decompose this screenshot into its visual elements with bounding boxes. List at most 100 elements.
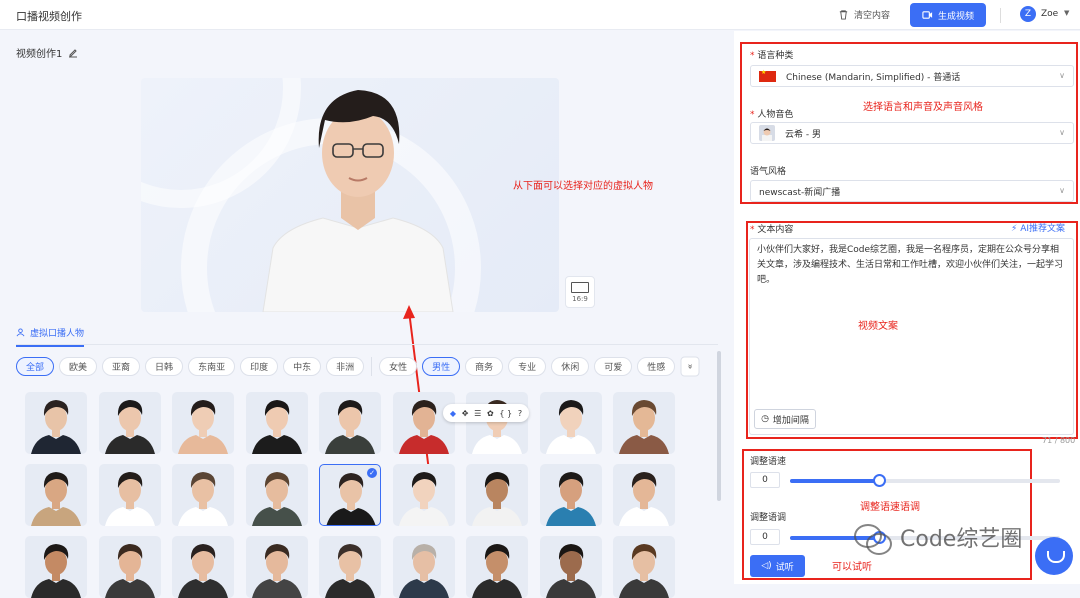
avatar-thumbnail[interactable] <box>392 536 455 598</box>
ai-recommend-button[interactable]: ⚡ AI推荐文案 <box>1011 221 1065 234</box>
chat-support-button[interactable] <box>1035 537 1073 575</box>
language-value: Chinese (Mandarin, Simplified) - 普通话 <box>786 72 961 83</box>
page-title: 口播视频创作 <box>16 10 82 23</box>
speed-input[interactable]: 0 <box>750 472 780 488</box>
language-select[interactable]: Chinese (Mandarin, Simplified) - 普通话 ∨ <box>750 65 1074 87</box>
avatar-thumbnail[interactable] <box>392 392 455 454</box>
avatar-portrait <box>545 544 596 598</box>
avatar-thumbnail[interactable] <box>539 536 602 598</box>
scrollbar[interactable] <box>717 351 721 501</box>
user-name[interactable]: Zoe <box>1041 9 1058 19</box>
avatar-thumbnail[interactable] <box>25 536 87 598</box>
tab-underline <box>16 344 718 345</box>
chevron-down-icon: ∨ <box>1059 186 1065 195</box>
pitch-input[interactable]: 0 <box>750 529 780 545</box>
avatar-thumbnail[interactable] <box>613 536 675 598</box>
watermark: Code综艺圈 <box>850 521 1022 555</box>
filter-chip-region-0[interactable]: 全部 <box>16 357 55 376</box>
avatar-thumbnail[interactable] <box>98 392 161 454</box>
avatar-thumbnail[interactable] <box>245 392 308 454</box>
style-select[interactable]: newscast-新闻广播 ∨ <box>750 180 1074 202</box>
avatar-thumbnail[interactable] <box>25 464 87 526</box>
generate-video-button[interactable]: 生成视频 <box>910 3 986 27</box>
toolbar-list-icon[interactable]: ☰ <box>474 409 481 418</box>
toolbar-code-icon[interactable]: { } <box>499 409 512 418</box>
script-text: 小伙伴们大家好，我是Code综艺圈，我是一名程序员，定期在公众号分享相关文章，涉… <box>757 245 1064 285</box>
filter-chip-other-6[interactable]: 性感 <box>637 357 676 376</box>
speed-slider-knob[interactable] <box>873 474 886 487</box>
avatar-thumbnail[interactable] <box>98 536 161 598</box>
toolbar-palette-icon[interactable]: ✿ <box>487 409 494 418</box>
avatar-thumbnail[interactable] <box>539 464 602 526</box>
avatar-portrait <box>325 400 375 454</box>
avatar-thumbnail[interactable] <box>613 464 675 526</box>
edit-icon[interactable] <box>68 48 78 58</box>
avatar-grid: ✓ <box>25 392 675 598</box>
toolbar-help-icon[interactable]: ? <box>518 409 522 418</box>
user-avatar[interactable]: Z <box>1020 6 1036 22</box>
listen-button[interactable]: ◁) 试听 <box>750 555 805 577</box>
clear-content-label: 清空内容 <box>854 11 891 21</box>
avatar-portrait <box>104 400 155 454</box>
filter-chip-region-3[interactable]: 日韩 <box>145 357 184 376</box>
avatar-thumbnail[interactable] <box>245 536 308 598</box>
avatar-portrait <box>178 400 228 454</box>
annotation-preview: 从下面可以选择对应的虚拟人物 <box>513 181 653 192</box>
avatar-thumbnail[interactable] <box>466 392 528 454</box>
annotation-listen: 可以试听 <box>832 562 872 573</box>
chevron-down-icon[interactable]: ▼ <box>1064 9 1069 17</box>
speed-slider-fill <box>790 479 879 483</box>
avatar-thumbnail[interactable] <box>539 392 602 454</box>
avatar-portrait <box>31 472 81 526</box>
avatar-thumbnail[interactable] <box>392 464 455 526</box>
script-textarea[interactable]: 小伙伴们大家好，我是Code综艺圈，我是一名程序员，定期在公众号分享相关文章，涉… <box>749 238 1074 435</box>
avatar-thumbnail[interactable] <box>613 392 675 454</box>
filter-chip-other-5[interactable]: 可爱 <box>594 357 633 376</box>
avatar-portrait <box>619 400 669 454</box>
toolbar-diamond-icon[interactable]: ◆ <box>450 409 456 418</box>
listen-label: 试听 <box>775 562 794 573</box>
speaker-icon: ◁) <box>761 561 772 571</box>
avatar-portrait <box>251 472 302 526</box>
avatar-thumbnail[interactable] <box>245 464 308 526</box>
add-pause-button[interactable]: ◷ 增加间隔 <box>754 409 816 429</box>
filter-chip-region-4[interactable]: 东南亚 <box>188 357 236 376</box>
avatar-thumbnail[interactable] <box>172 464 234 526</box>
avatar-thumbnail[interactable] <box>172 536 234 598</box>
filter-chip-other-3[interactable]: 专业 <box>508 357 547 376</box>
avatar-portrait <box>251 544 302 598</box>
style-value: newscast-新闻广播 <box>759 187 841 198</box>
filter-chip-region-7[interactable]: 非洲 <box>326 357 365 376</box>
avatar-portrait <box>619 472 669 526</box>
avatar-thumbnail[interactable] <box>172 392 234 454</box>
editor-panel: 视频创作1 从下面可以选择对应的虚拟人物 16:9 虚拟口播人物 全部 欧美 亚裔日… <box>0 31 734 598</box>
filter-chip-region-5[interactable]: 印度 <box>240 357 279 376</box>
project-name[interactable]: 视频创作1 <box>16 45 78 60</box>
filter-chip-other-0[interactable]: 女性 <box>379 357 418 376</box>
aspect-ratio-button[interactable]: 16:9 <box>565 276 595 308</box>
voice-value: 云希 - 男 <box>785 129 821 140</box>
filter-chip-region-2[interactable]: 亚裔 <box>102 357 141 376</box>
avatar-thumbnail[interactable] <box>319 536 381 598</box>
voice-avatar <box>759 125 775 141</box>
voice-select[interactable]: 云希 - 男 ∨ <box>750 122 1074 144</box>
clear-content-button[interactable]: 清空内容 <box>838 8 890 21</box>
avatar-portrait <box>104 544 155 598</box>
filter-chip-other-1[interactable]: 男性 <box>422 357 461 376</box>
toolbar-move-icon[interactable]: ✥ <box>462 409 469 418</box>
avatar-thumbnail[interactable]: ✓ <box>319 464 381 526</box>
avatar-thumbnail[interactable] <box>466 536 528 598</box>
filter-chip-region-6[interactable]: 中东 <box>283 357 322 376</box>
avatar-thumbnail[interactable] <box>319 392 381 454</box>
floating-toolbar: ◆ ✥ ☰ ✿ { } ? <box>443 404 529 422</box>
avatar-thumbnail[interactable] <box>25 392 87 454</box>
expand-filters-icon[interactable]: » <box>680 356 700 377</box>
avatar-thumbnail[interactable] <box>98 464 161 526</box>
filter-chip-other-4[interactable]: 休闲 <box>551 357 590 376</box>
filter-chip-other-2[interactable]: 商务 <box>465 357 504 376</box>
check-icon: ✓ <box>367 468 377 478</box>
wechat-logo <box>850 521 894 555</box>
filter-chip-region-1[interactable]: 欧美 <box>59 357 98 376</box>
avatar-portrait <box>545 472 596 526</box>
avatar-thumbnail[interactable] <box>466 464 528 526</box>
